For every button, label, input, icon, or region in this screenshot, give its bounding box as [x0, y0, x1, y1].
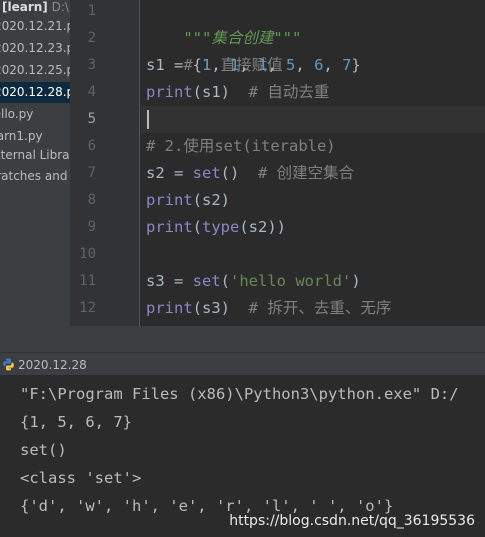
line-number: 8 — [87, 192, 96, 208]
project-tree: [learn] D:\l 2020.12.21.py 2020.12.23.py… — [0, 0, 70, 326]
code-line-2: # 1.直接赋值 — [183, 56, 283, 74]
line-number-current: 5 — [87, 111, 96, 127]
tree-item-file[interactable]: hello.py — [0, 104, 33, 125]
run-panel-header: 2020.12.28 — [0, 352, 485, 376]
tree-item-file[interactable]: 2020.12.23.py — [0, 38, 70, 59]
tree-item-external-libraries[interactable]: External Libraries — [0, 145, 70, 166]
console-command-line: "F:\Program Files (x86)\Python3\python.e… — [20, 385, 459, 403]
line-number: 3 — [87, 57, 96, 73]
code-line-12: print(s3) # 拆开、去重、无序 — [146, 299, 392, 317]
line-number: 4 — [87, 84, 96, 100]
line-number: 11 — [79, 273, 96, 289]
code-line-4: print(s1) # 自动去重 — [146, 83, 330, 101]
project-root-path: D:\l — [51, 0, 70, 14]
line-number: 6 — [87, 138, 96, 154]
code-line-11: s3 = set('hello world') — [146, 272, 361, 290]
line-number-gutter: 1 2 3 4 5 6 7 8 9 10 11 12 — [70, 0, 140, 326]
tree-item-file[interactable]: 2020.12.25.py — [0, 60, 70, 81]
line-number: 2 — [87, 30, 96, 46]
code-line-8: print(s2) — [146, 191, 230, 209]
current-line-highlight — [141, 106, 485, 133]
line-number: 9 — [87, 219, 96, 235]
tree-item-scratches[interactable]: Scratches and Consoles — [0, 166, 70, 187]
code-line-9: print(type(s2)) — [146, 218, 287, 236]
project-root-label: [learn] — [2, 0, 48, 14]
line-number: 7 — [87, 165, 96, 181]
console-output-line: set() — [20, 441, 67, 459]
tree-item-file-selected[interactable]: 2020.12.28.py — [0, 82, 70, 103]
watermark: https://blog.csdn.net/qq_36195536 — [229, 513, 475, 529]
text-caret — [147, 110, 149, 129]
code-line-7: s2 = set() # 创建空集合 — [146, 164, 355, 182]
console-output-line: {1, 5, 6, 7} — [20, 413, 132, 431]
line-number: 12 — [79, 300, 96, 316]
code-line-1: """集合创建""" — [183, 29, 302, 47]
line-number: 10 — [79, 246, 96, 262]
run-tab-2020-12-28[interactable]: 2020.12.28 — [18, 353, 87, 377]
code-line-3: s1 = {1, 1, 1, 5, 6, 7} — [146, 56, 361, 74]
tree-item-file[interactable]: learn1.py — [0, 126, 43, 147]
console-output-line: <class 'set'> — [20, 469, 142, 487]
code-line-6: # 2.使用set(iterable) — [146, 137, 336, 155]
line-number: 1 — [87, 3, 96, 19]
code-editor[interactable]: """集合创建""" # 1.直接赋值 s1 = {1, 1, 1, 5, 6,… — [141, 0, 485, 326]
python-icon — [3, 358, 14, 371]
tree-item-file[interactable]: 2020.12.21.py — [0, 16, 70, 37]
panel-splitter[interactable] — [0, 326, 485, 352]
